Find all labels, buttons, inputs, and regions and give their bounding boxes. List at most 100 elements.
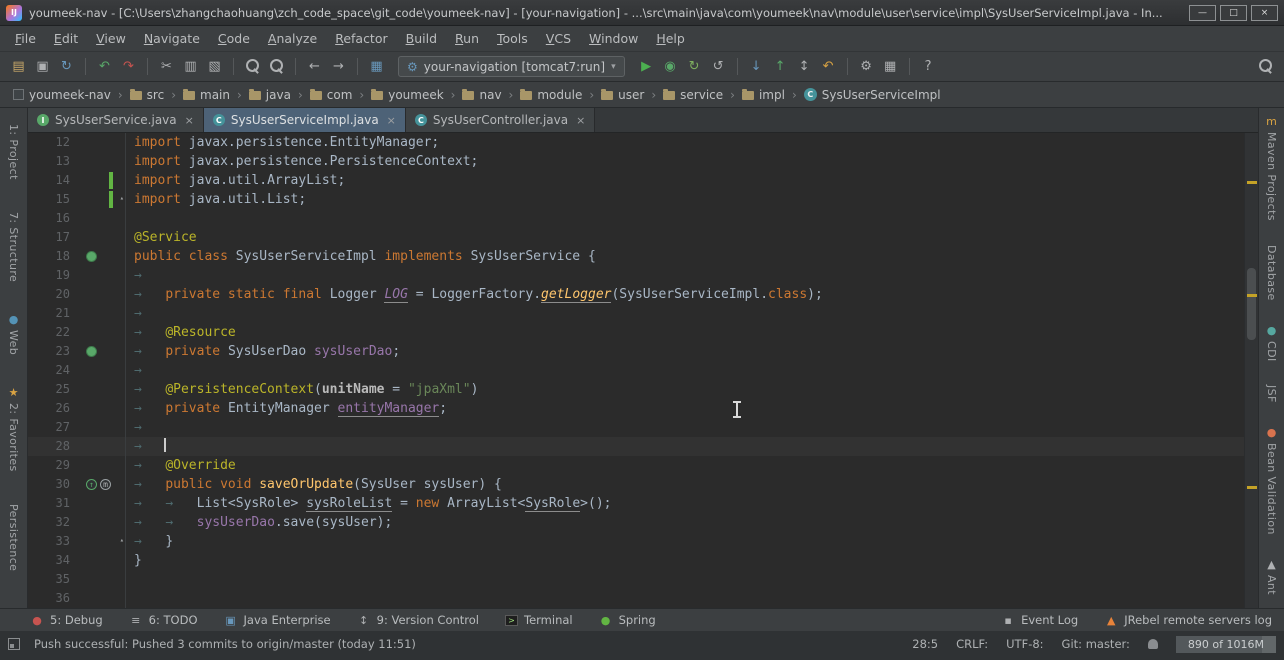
memory-indicator[interactable]: 890 of 1016M — [1176, 636, 1276, 653]
tool-window-button-6-todo[interactable]: ≡6: TODO — [129, 613, 198, 627]
find-icon[interactable] — [242, 56, 263, 77]
code-line[interactable]: 33▴→ } — [28, 532, 1244, 551]
undo-icon[interactable]: ↶ — [94, 56, 115, 77]
tool-button-database[interactable]: Database — [1265, 245, 1278, 301]
forward-icon[interactable]: → — [328, 56, 349, 77]
breadcrumb-main[interactable]: main — [180, 86, 233, 104]
spring-bean-icon[interactable] — [86, 346, 97, 357]
tool-button-ant[interactable]: ▲Ant — [1265, 559, 1278, 595]
tool-button-persistence[interactable]: Persistence — [7, 504, 20, 571]
breadcrumb-youmeek[interactable]: youmeek — [368, 86, 446, 104]
fold-marker[interactable]: ▴ — [120, 537, 124, 544]
menu-vcs[interactable]: VCS — [537, 27, 580, 50]
breadcrumb-nav[interactable]: nav — [459, 86, 504, 104]
run-coverage-icon[interactable]: ◉ — [660, 56, 681, 77]
breadcrumb-user[interactable]: user — [598, 86, 647, 104]
breadcrumb-module[interactable]: module — [517, 86, 585, 104]
code-line[interactable]: 17@Service — [28, 228, 1244, 247]
code-line[interactable]: 31→ → List<SysRole> sysRoleList = new Ar… — [28, 494, 1244, 513]
project-structure-icon[interactable]: ▦ — [880, 56, 901, 77]
breadcrumb-com[interactable]: com — [307, 86, 356, 104]
open-icon[interactable]: ▤ — [8, 56, 29, 77]
copy-icon[interactable]: ▥ — [180, 56, 201, 77]
menu-build[interactable]: Build — [397, 27, 446, 50]
breadcrumb-sysuserserviceimpl[interactable]: CSysUserServiceImpl — [801, 86, 944, 104]
close-icon[interactable]: × — [576, 114, 585, 127]
code-line[interactable]: 21→ — [28, 304, 1244, 323]
implements-icon[interactable]: m — [100, 479, 111, 490]
encoding[interactable]: UTF-8: — [1006, 637, 1043, 651]
warning-stripe-mark[interactable] — [1247, 181, 1257, 184]
tool-window-button-event-log[interactable]: ▪Event Log — [1001, 613, 1078, 627]
code-line[interactable]: 32→ → sysUserDao.save(sysUser); — [28, 513, 1244, 532]
override-icon[interactable]: ↑ — [86, 479, 97, 490]
warning-stripe-mark[interactable] — [1247, 486, 1257, 489]
tab-sysuserserviceimpl-java[interactable]: CSysUserServiceImpl.java× — [204, 108, 406, 132]
code-line[interactable]: 35 — [28, 570, 1244, 589]
tool-window-button-terminal[interactable]: >Terminal — [505, 613, 573, 627]
run-icon[interactable]: ▶ — [636, 56, 657, 77]
code-line[interactable]: 36 — [28, 589, 1244, 608]
vcs-changes-icon[interactable]: ↕ — [794, 56, 815, 77]
menu-refactor[interactable]: Refactor — [326, 27, 396, 50]
line-separator[interactable]: CRLF: — [956, 637, 988, 651]
warning-stripe-mark[interactable] — [1247, 294, 1257, 297]
scrollbar-thumb[interactable] — [1247, 268, 1256, 340]
breadcrumb-src[interactable]: src — [127, 86, 168, 104]
caret-position[interactable]: 28:5 — [912, 637, 938, 651]
code-line[interactable]: 26→ private EntityManager entityManager; — [28, 399, 1244, 418]
menu-code[interactable]: Code — [209, 27, 259, 50]
spring-bean-icon[interactable] — [86, 251, 97, 262]
tool-window-button-spring[interactable]: ●Spring — [599, 613, 656, 627]
tool-button-cdi[interactable]: ●CDI — [1265, 325, 1278, 362]
tool-window-button-java-enterprise[interactable]: ▣Java Enterprise — [224, 613, 331, 627]
tool-window-button-5-debug[interactable]: ●5: Debug — [30, 613, 103, 627]
code-line[interactable]: 19→ — [28, 266, 1244, 285]
sync-icon[interactable]: ↻ — [56, 56, 77, 77]
code-line[interactable]: 14import java.util.ArrayList; — [28, 171, 1244, 190]
back-icon[interactable]: ← — [304, 56, 325, 77]
tool-window-button-jrebel-remote-servers-log[interactable]: ▲JRebel remote servers log — [1104, 613, 1272, 627]
settings-gear-icon[interactable]: ⚙ — [856, 56, 877, 77]
tool-window-button-9-version-control[interactable]: ↕9: Version Control — [357, 613, 479, 627]
menu-file[interactable]: File — [6, 27, 45, 50]
search-everywhere-icon[interactable] — [1255, 56, 1276, 77]
code-line[interactable]: 24→ — [28, 361, 1244, 380]
tool-button-2-favorites[interactable]: ★2: Favorites — [7, 387, 20, 472]
fold-marker[interactable]: ▴ — [120, 195, 124, 202]
code-line[interactable]: 16 — [28, 209, 1244, 228]
tab-sysuserservice-java[interactable]: ISysUserService.java× — [28, 108, 204, 132]
menu-navigate[interactable]: Navigate — [135, 27, 209, 50]
code-line[interactable]: 12import javax.persistence.EntityManager… — [28, 133, 1244, 152]
breadcrumb-service[interactable]: service — [660, 86, 726, 104]
tool-button-jsf[interactable]: JSF — [1265, 385, 1278, 403]
help-icon[interactable]: ? — [918, 56, 939, 77]
minimize-button[interactable]: — — [1189, 5, 1216, 21]
save-icon[interactable]: ▣ — [32, 56, 53, 77]
redo-icon[interactable]: ↷ — [118, 56, 139, 77]
tool-button-maven-projects[interactable]: mMaven Projects — [1265, 116, 1278, 221]
menu-analyze[interactable]: Analyze — [259, 27, 326, 50]
tool-window-toggle-icon[interactable] — [8, 638, 20, 650]
menu-tools[interactable]: Tools — [488, 27, 537, 50]
code-line[interactable]: 22→ @Resource — [28, 323, 1244, 342]
code-lines[interactable]: 12import javax.persistence.EntityManager… — [28, 133, 1244, 608]
code-line[interactable]: 15▴import java.util.List; — [28, 190, 1244, 209]
editor-scrollbar[interactable] — [1244, 133, 1258, 608]
changes-grid-icon[interactable]: ▦ — [366, 56, 387, 77]
menu-run[interactable]: Run — [446, 27, 488, 50]
close-icon[interactable]: × — [185, 114, 194, 127]
maximize-button[interactable]: □ — [1220, 5, 1247, 21]
update-app-icon[interactable]: ↻ — [684, 56, 705, 77]
rerun-icon[interactable]: ↺ — [708, 56, 729, 77]
inspections-icon[interactable] — [1148, 639, 1158, 649]
tab-sysusercontroller-java[interactable]: CSysUserController.java× — [406, 108, 595, 132]
close-icon[interactable]: × — [387, 114, 396, 127]
breadcrumb-java[interactable]: java — [246, 86, 294, 104]
menu-help[interactable]: Help — [647, 27, 694, 50]
menu-edit[interactable]: Edit — [45, 27, 87, 50]
tool-button-1-project[interactable]: 1: Project — [7, 124, 20, 180]
close-button[interactable]: × — [1251, 5, 1278, 21]
vcs-rollback-icon[interactable]: ↶ — [818, 56, 839, 77]
replace-icon[interactable] — [266, 56, 287, 77]
